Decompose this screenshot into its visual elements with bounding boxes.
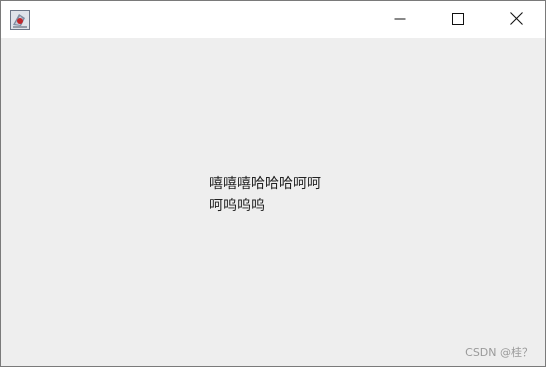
label-line-2: 呵呜呜呜 — [209, 198, 265, 214]
csdn-watermark: CSDN @桂？ — [465, 346, 533, 359]
maximize-button[interactable] — [429, 1, 487, 38]
minimize-button[interactable] — [371, 1, 429, 38]
title-bar[interactable] — [1, 1, 545, 38]
content-panel: 嘻嘻嘻哈哈哈呵呵 呵呜呜呜 CSDN @桂？ — [1, 38, 545, 366]
label-line-1: 嘻嘻嘻哈哈哈呵呵 — [209, 176, 321, 192]
close-button[interactable] — [487, 1, 545, 38]
app-window: 嘻嘻嘻哈哈哈呵呵 呵呜呜呜 CSDN @桂？ — [0, 0, 546, 367]
maximize-icon — [452, 10, 464, 29]
close-icon — [509, 10, 523, 29]
java-app-icon[interactable] — [10, 10, 30, 30]
minimize-icon — [394, 10, 406, 29]
text-label: 嘻嘻嘻哈哈哈呵呵 呵呜呜呜 — [209, 173, 321, 217]
